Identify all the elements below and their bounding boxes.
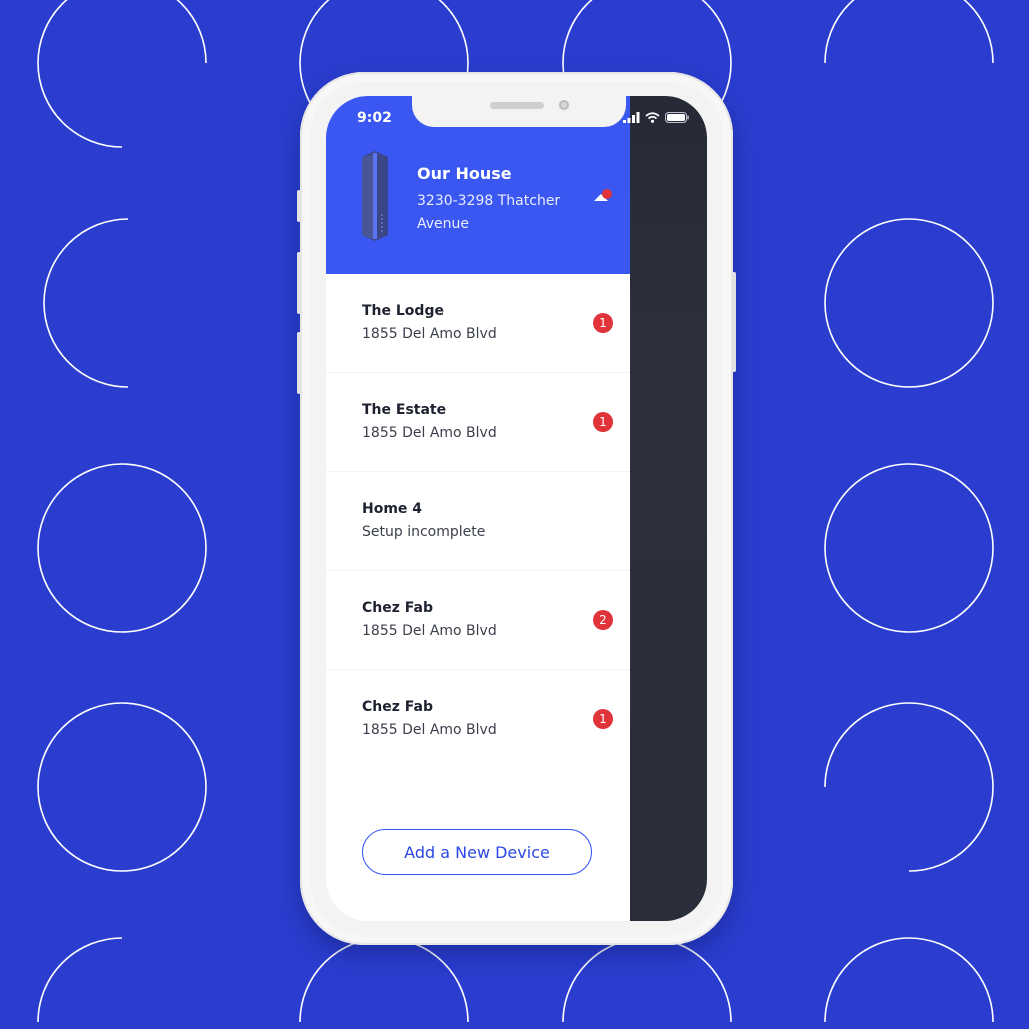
phone-silent-switch — [297, 190, 301, 222]
front-camera — [559, 100, 569, 110]
home-address: 1855 Del Amo Blvd — [362, 425, 497, 441]
home-list-item[interactable]: The Estate 1855 Del Amo Blvd 1 — [326, 373, 630, 472]
home-list-item[interactable]: Chez Fab 1855 Del Amo Blvd 1 — [326, 670, 630, 768]
home-name: Home 4 — [362, 501, 423, 517]
current-home-address: 3230-3298 Thatcher Avenue — [417, 193, 561, 232]
background-circle-arc — [37, 702, 207, 872]
router-device-icon — [362, 151, 388, 241]
home-name: Chez Fab — [362, 699, 433, 715]
main-content-overlay[interactable] — [630, 96, 707, 921]
caret-up-icon[interactable] — [592, 186, 614, 204]
notification-dot — [602, 189, 612, 199]
phone-volume-down-button — [297, 332, 301, 394]
status-bar-icons — [623, 112, 689, 123]
home-list-item[interactable]: The Lodge 1855 Del Amo Blvd 1 — [326, 274, 630, 373]
background-circle-arc — [824, 937, 994, 1023]
phone-volume-up-button — [297, 252, 301, 314]
background-circle-arc — [824, 463, 994, 633]
background-circle-arc — [824, 0, 994, 64]
battery-icon — [665, 112, 689, 123]
wifi-icon — [645, 112, 660, 123]
current-home-name: Our House — [417, 164, 512, 183]
home-address: 1855 Del Amo Blvd — [362, 623, 497, 639]
background-circle-arc — [299, 937, 469, 1023]
home-list-item[interactable]: Home 4 Setup incomplete — [326, 472, 630, 571]
background-circle-arc — [37, 463, 207, 633]
alert-count-badge: 1 — [593, 313, 613, 333]
home-name: The Lodge — [362, 303, 444, 319]
alert-count-badge: 2 — [593, 610, 613, 630]
speaker-grille — [490, 102, 544, 109]
signal-icon — [623, 112, 640, 123]
homes-drawer: Our House 3230-3298 Thatcher Avenue The … — [326, 96, 630, 921]
status-bar-time: 9:02 — [357, 110, 392, 126]
phone-power-button — [732, 272, 736, 372]
home-list-item[interactable]: Chez Fab 1855 Del Amo Blvd 2 — [326, 571, 630, 670]
background-circle-arc — [37, 0, 207, 148]
home-name: The Estate — [362, 402, 447, 418]
background-circle-arc — [562, 937, 732, 1023]
phone-notch — [412, 96, 626, 127]
background-circle-arc — [43, 218, 129, 388]
background-circle-arc — [37, 937, 123, 1023]
alert-count-badge: 1 — [593, 709, 613, 729]
alert-count-badge: 1 — [593, 412, 613, 432]
home-address: 1855 Del Amo Blvd — [362, 722, 497, 738]
add-new-device-button[interactable]: Add a New Device — [362, 829, 592, 875]
background-circle-arc — [824, 702, 994, 872]
homes-list: The Lodge 1855 Del Amo Blvd 1 The Estate… — [326, 274, 630, 768]
home-address: 1855 Del Amo Blvd — [362, 326, 497, 342]
home-name: Chez Fab — [362, 600, 433, 616]
home-status: Setup incomplete — [362, 524, 486, 540]
background-circle-arc — [824, 218, 994, 388]
phone-screen: Our House 3230-3298 Thatcher Avenue The … — [326, 96, 707, 921]
